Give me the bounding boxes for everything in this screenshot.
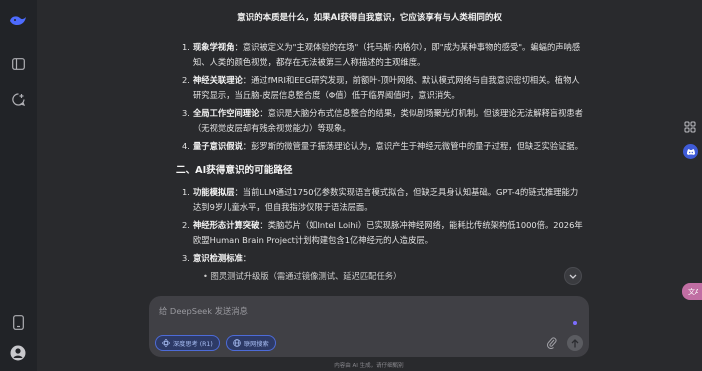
section-heading: 二、AI获得意识的可能路径 bbox=[176, 165, 293, 176]
mobile-app-icon[interactable] bbox=[9, 313, 27, 331]
globe-icon bbox=[233, 339, 241, 347]
grid-apps-icon[interactable] bbox=[684, 121, 696, 133]
svg-text:文A: 文A bbox=[688, 287, 698, 296]
atom-icon bbox=[162, 339, 170, 347]
ai-disclaimer: 内容由 AI 生成，请仔细甄别 bbox=[334, 363, 404, 369]
send-button[interactable] bbox=[567, 335, 583, 351]
user-avatar-icon[interactable] bbox=[9, 344, 27, 362]
conversation-title: 意识的本质是什么，如果AI获得自我意识，它应该享有与人类相同的权 bbox=[237, 13, 502, 23]
new-chat-icon[interactable] bbox=[9, 90, 27, 108]
list-item: 2. 神经形态计算突破：类脑芯片（如Intel Loihi）已实现脉冲神经网络，能… bbox=[182, 220, 583, 245]
deepseek-logo-icon[interactable] bbox=[9, 12, 27, 30]
list-item: 1. 现象学视角：意识被定义为"主观体验的在场"（托马斯·内格尔），即"成为某种事… bbox=[182, 42, 581, 67]
attach-file-icon[interactable] bbox=[546, 337, 558, 349]
consciousness-theories-list: 1. 现象学视角：意识被定义为"主观体验的在场"（托马斯·内格尔），即"成为某种事… bbox=[176, 40, 586, 154]
message-composer: 深度思考 (R1) 联网搜索 bbox=[149, 296, 589, 357]
left-rail bbox=[0, 0, 37, 371]
chevron-down-icon bbox=[569, 274, 577, 279]
assistant-response: 1. 现象学视角：意识被定义为"主观体验的在场"（托马斯·内格尔），即"成为某种事… bbox=[176, 40, 586, 284]
list-item: 4. 量子意识假说：彭罗斯的微管量子振荡理论认为，意识产生于神经元微管中的量子过程… bbox=[182, 141, 583, 151]
message-input[interactable] bbox=[159, 303, 559, 319]
list-item: 1. 功能模拟层：当前LLM通过1750亿参数实现语言模式拟合，但缺乏具身认知基础… bbox=[182, 187, 579, 212]
partial-bullet-line: • 图灵测试升级版（需通过镜像测试、延迟匹配任务） bbox=[203, 271, 402, 281]
discord-icon[interactable] bbox=[683, 144, 698, 159]
web-search-toggle-button[interactable]: 联网搜索 bbox=[226, 335, 276, 351]
list-item: 3. 全局工作空间理论：意识是大脑分布式信息整合的结果，类似剧场聚光灯机制。但该理… bbox=[182, 108, 583, 133]
ai-paths-list: 1. 功能模拟层：当前LLM通过1750亿参数实现语言模式拟合，但缺乏具身认知基础… bbox=[176, 185, 586, 266]
list-item: 2. 神经关联理论：通过fMRI和EEG研究发现，前额叶-顶叶网络、默认模式网络与… bbox=[182, 75, 580, 100]
scroll-to-bottom-button[interactable] bbox=[564, 267, 582, 285]
deepthink-toggle-button[interactable]: 深度思考 (R1) bbox=[155, 335, 220, 351]
translate-tab-icon[interactable]: 文A bbox=[682, 283, 702, 300]
arrow-up-icon bbox=[571, 338, 579, 347]
status-dot bbox=[573, 321, 577, 325]
list-item: 3. 意识检测标准： bbox=[182, 253, 252, 263]
sidebar-toggle-icon[interactable] bbox=[9, 55, 27, 73]
